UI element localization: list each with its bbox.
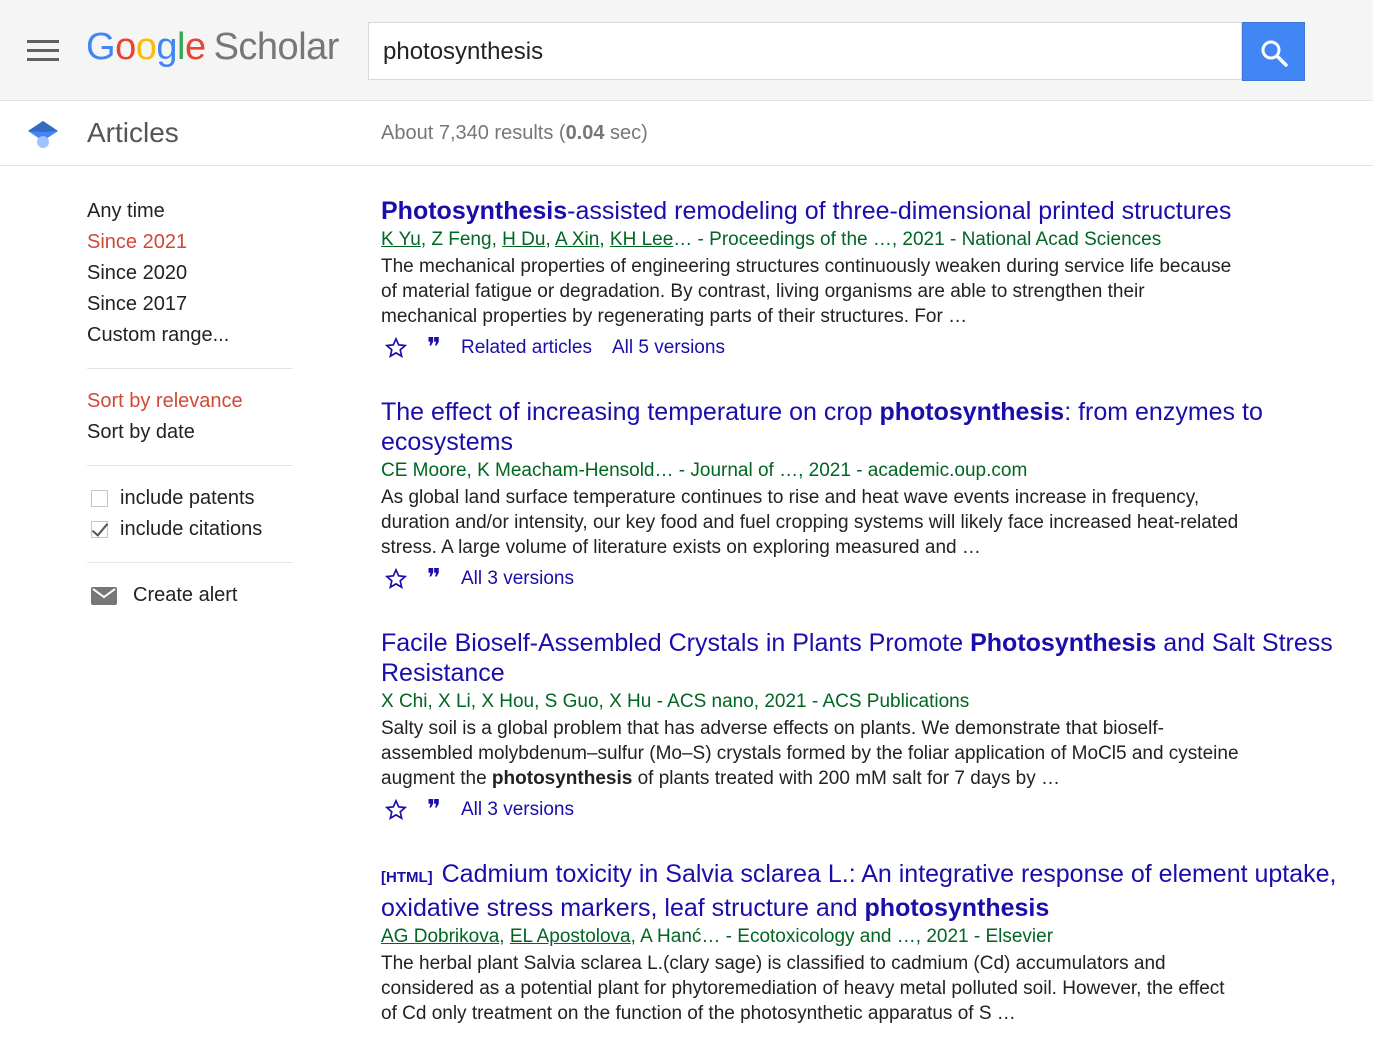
star-icon[interactable]	[385, 337, 407, 359]
result-title-link[interactable]: Photosynthesis-assisted remodeling of th…	[381, 196, 1341, 226]
include-patents-label: include patents	[120, 487, 255, 509]
mail-icon	[91, 586, 117, 605]
author-link[interactable]: A Xin	[555, 229, 599, 250]
author-link[interactable]: EL Apostolova	[510, 926, 631, 947]
result-title-link[interactable]: Facile Bioself-Assembled Crystals in Pla…	[381, 628, 1341, 688]
author-link[interactable]: H Du	[502, 229, 545, 250]
result-snippet: As global land surface temperature conti…	[381, 487, 1239, 558]
result-snippet: Salty soil is a global problem that has …	[381, 718, 1239, 789]
hamburger-menu-icon[interactable]	[27, 40, 59, 62]
result-authors: CE Moore, K Meacham-Hensold… - Journal o…	[381, 460, 1028, 481]
search-icon	[1261, 40, 1288, 67]
result-authors: AG Dobrikova, EL Apostolova, A Hanć… - E…	[381, 926, 1054, 947]
search-box	[368, 22, 1242, 81]
result-actions: ❞ All 3 versions	[381, 793, 1341, 827]
result-item: Facile Bioself-Assembled Crystals in Pla…	[381, 628, 1341, 827]
top-bar: Google Scholar	[0, 0, 1373, 101]
result-actions: ❞ All 3 versions	[381, 562, 1341, 596]
results-list: Photosynthesis-assisted remodeling of th…	[381, 196, 1341, 1058]
cite-quote-icon[interactable]: ❞	[427, 797, 441, 823]
star-icon[interactable]	[385, 568, 407, 590]
divider	[87, 562, 293, 563]
versions-link[interactable]: All 5 versions	[612, 337, 725, 359]
result-item: The effect of increasing temperature on …	[381, 397, 1341, 596]
search-button[interactable]	[1242, 22, 1305, 81]
versions-link[interactable]: All 3 versions	[461, 568, 574, 590]
filter-any-time[interactable]: Any time	[87, 196, 295, 227]
filter-since-2020[interactable]: Since 2020	[87, 258, 295, 289]
include-patents-option[interactable]: include patents	[87, 483, 295, 514]
author-link[interactable]: KH Lee	[610, 229, 673, 250]
cite-quote-icon[interactable]: ❞	[427, 335, 441, 361]
include-citations-option[interactable]: include citations	[87, 514, 295, 545]
section-title[interactable]: Articles	[87, 117, 179, 149]
graduation-cap-icon	[28, 121, 58, 148]
result-snippet: The mechanical properties of engineering…	[381, 256, 1232, 327]
sort-by-date[interactable]: Sort by date	[87, 417, 295, 448]
author-link[interactable]: AG Dobrikova	[381, 926, 499, 947]
include-citations-label: include citations	[120, 518, 263, 540]
author-name: Z Feng	[431, 229, 492, 250]
results-count: About 7,340 results (0.04 sec)	[381, 122, 648, 144]
cite-quote-icon[interactable]: ❞	[427, 566, 441, 592]
sort-by-relevance[interactable]: Sort by relevance	[87, 386, 295, 417]
google-scholar-logo[interactable]: Google Scholar	[86, 26, 339, 69]
result-item: [HTML] Cadmium toxicity in Salvia sclare…	[381, 859, 1341, 1026]
create-alert-label: Create alert	[133, 584, 238, 606]
result-authors: K Yu, Z Feng, H Du, A Xin, KH Lee… - Pro…	[381, 229, 1162, 250]
filters-sidebar: Any time Since 2021 Since 2020 Since 201…	[87, 196, 295, 611]
search-input[interactable]	[381, 23, 1235, 81]
result-snippet: The herbal plant Salvia sclarea L.(clary…	[381, 953, 1225, 1024]
filter-since-2021[interactable]: Since 2021	[87, 227, 295, 258]
create-alert-button[interactable]: Create alert	[87, 580, 295, 611]
result-title-link[interactable]: [HTML] Cadmium toxicity in Salvia sclare…	[381, 859, 1341, 923]
divider	[87, 465, 293, 466]
author-link[interactable]: K Yu	[381, 229, 421, 250]
format-tag: [HTML]	[381, 869, 433, 886]
related-articles-link[interactable]: Related articles	[461, 337, 592, 359]
result-item: Photosynthesis-assisted remodeling of th…	[381, 196, 1341, 365]
sub-header: Articles About 7,340 results (0.04 sec)	[0, 101, 1373, 166]
result-title-link[interactable]: The effect of increasing temperature on …	[381, 397, 1341, 457]
star-icon[interactable]	[385, 799, 407, 821]
result-authors: X Chi, X Li, X Hou, S Guo, X Hu - ACS na…	[381, 691, 970, 712]
include-patents-checkbox[interactable]	[91, 490, 108, 507]
filter-since-2017[interactable]: Since 2017	[87, 289, 295, 320]
divider	[87, 368, 293, 369]
filter-custom-range[interactable]: Custom range...	[87, 320, 295, 351]
include-citations-checkbox[interactable]	[91, 521, 108, 538]
versions-link[interactable]: All 3 versions	[461, 799, 574, 821]
result-actions: ❞ Related articles All 5 versions	[381, 331, 1341, 365]
